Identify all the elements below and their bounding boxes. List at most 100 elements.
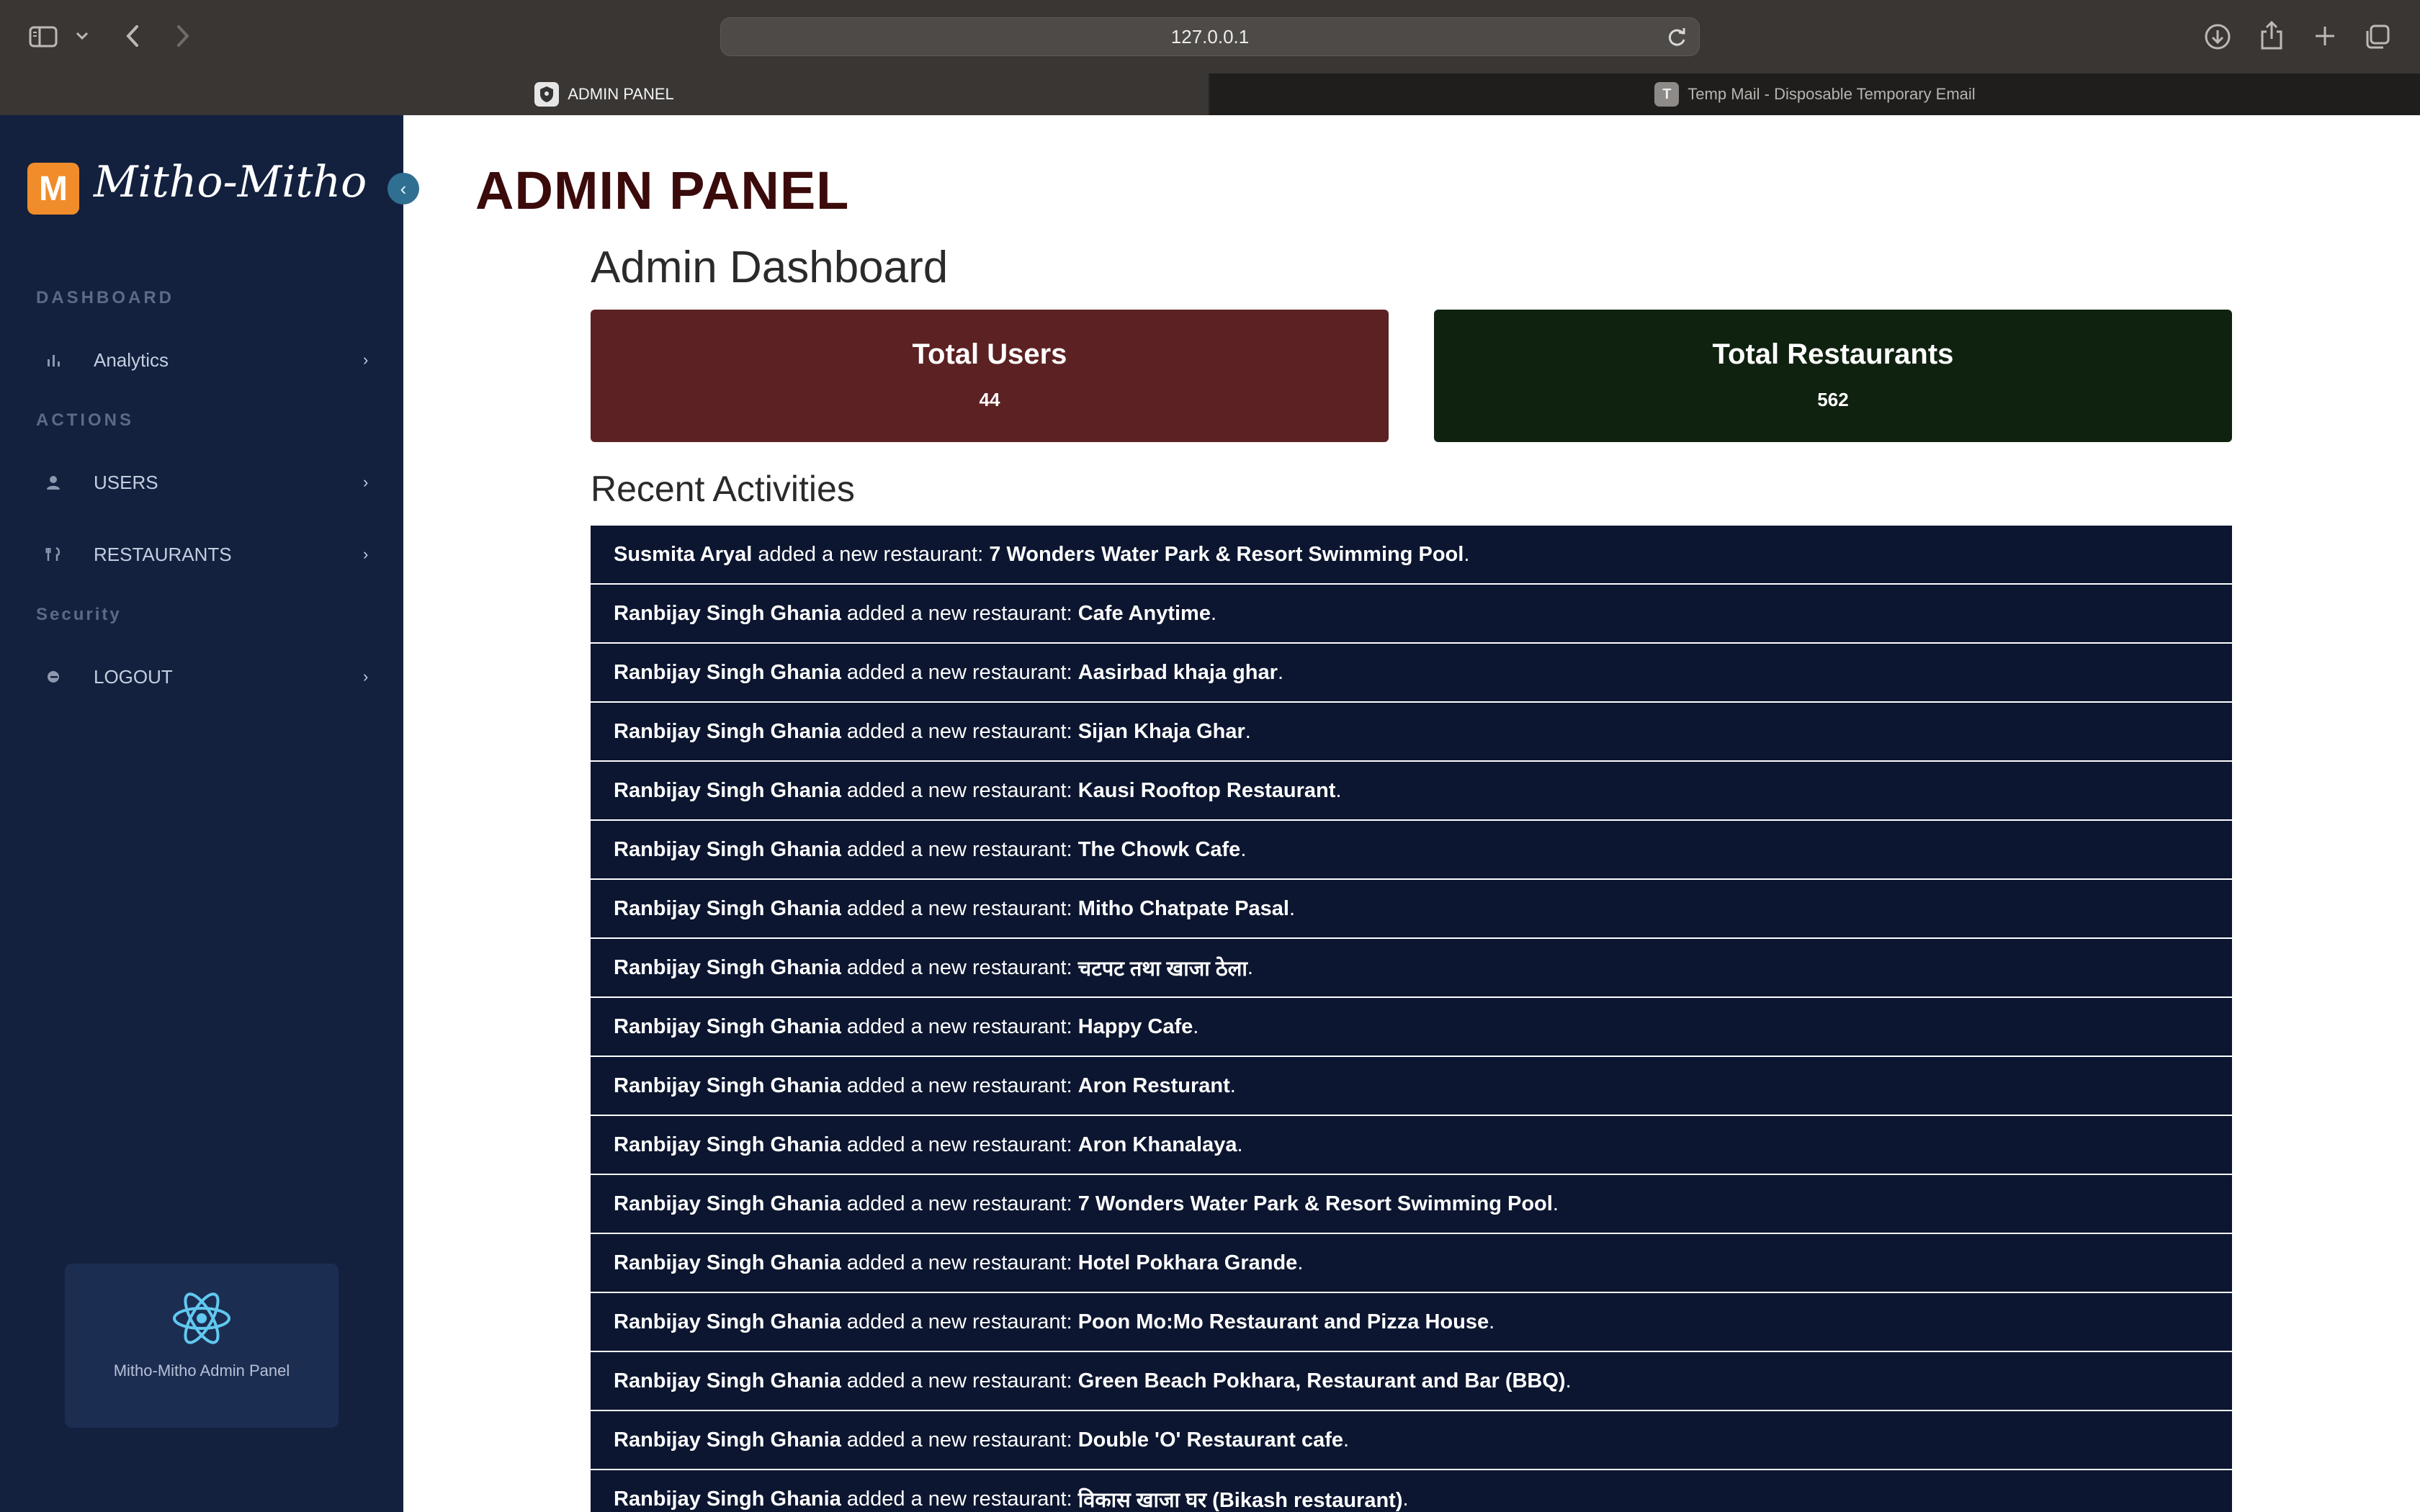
activity-user: Ranbijay Singh Ghania xyxy=(614,1310,841,1333)
address-bar[interactable]: 127.0.0.1 xyxy=(720,17,1700,56)
share-icon[interactable] xyxy=(2257,19,2286,52)
activity-action: added a new restaurant: xyxy=(841,778,1078,802)
user-icon xyxy=(43,472,63,492)
activity-user: Ranbijay Singh Ghania xyxy=(614,1014,841,1038)
activity-action: added a new restaurant: xyxy=(841,1428,1078,1452)
activity-user: Ranbijay Singh Ghania xyxy=(614,660,841,684)
collapse-sidebar-button[interactable]: ‹ xyxy=(387,173,419,204)
total-users-card: Total Users 44 xyxy=(591,310,1389,442)
sidebar-item-logout[interactable]: LOGOUT › xyxy=(0,648,403,706)
activity-restaurant: Kausi Rooftop Restaurant xyxy=(1077,778,1336,802)
stat-value: 562 xyxy=(1817,389,1849,410)
activity-user: Ranbijay Singh Ghania xyxy=(614,1192,841,1215)
activity-user: Ranbijay Singh Ghania xyxy=(614,719,841,743)
activity-user: Ranbijay Singh Ghania xyxy=(614,837,841,861)
activity-action: added a new restaurant: xyxy=(841,955,1078,979)
shield-icon xyxy=(534,82,560,107)
sidebar-item-label: LOGOUT xyxy=(94,665,173,688)
activity-action: added a new restaurant: xyxy=(841,601,1078,625)
sidebar-item-label: RESTAURANTS xyxy=(94,543,232,565)
dashboard-title: Admin Dashboard xyxy=(591,243,949,292)
utensils-icon xyxy=(43,544,63,564)
activity-restaurant: Poon Mo:Mo Restaurant and Pizza House xyxy=(1077,1310,1489,1333)
list-item: Ranbijay Singh Ghania added a new restau… xyxy=(591,1175,2232,1233)
activity-action: added a new restaurant: xyxy=(841,1487,1078,1511)
reload-icon[interactable] xyxy=(1664,25,1689,50)
activity-user: Ranbijay Singh Ghania xyxy=(614,1074,841,1097)
stat-value: 44 xyxy=(979,389,1000,410)
activity-period: . xyxy=(1335,778,1342,802)
sidebar-item-label: USERS xyxy=(94,471,158,493)
list-item: Ranbijay Singh Ghania added a new restau… xyxy=(591,880,2232,937)
activity-period: . xyxy=(1464,542,1470,566)
sidebar-item-analytics[interactable]: Analytics › xyxy=(0,331,403,389)
tab-favicon: T xyxy=(1654,82,1680,107)
activity-restaurant: Mitho Chatpate Pasal xyxy=(1077,896,1289,920)
activity-restaurant: The Chowk Cafe xyxy=(1077,837,1241,861)
stat-label: Total Restaurants xyxy=(1712,338,1954,370)
sidebar-item-restaurants[interactable]: RESTAURANTS › xyxy=(0,526,403,583)
logout-icon xyxy=(43,667,63,687)
section-actions: ACTIONS xyxy=(36,410,134,430)
activity-user: Ranbijay Singh Ghania xyxy=(614,1251,841,1274)
list-item: Ranbijay Singh Ghania added a new restau… xyxy=(591,1057,2232,1115)
activity-action: added a new restaurant: xyxy=(841,1074,1078,1097)
list-item: Susmita Aryal added a new restaurant: 7 … xyxy=(591,526,2232,583)
sidebar-item-users[interactable]: USERS › xyxy=(0,454,403,511)
browser-toolbar: 127.0.0.1 xyxy=(0,0,2420,73)
sidebar-item-label: Analytics xyxy=(94,348,169,371)
chevron-right-icon: › xyxy=(363,473,369,491)
tab-admin-panel[interactable]: ADMIN PANEL xyxy=(0,73,1209,115)
logo: M xyxy=(27,163,79,215)
chevron-right-icon: › xyxy=(363,667,369,685)
url-text: 127.0.0.1 xyxy=(1170,25,1250,48)
sidebar: M Mitho-Mitho DASHBOARD Analytics › ACTI… xyxy=(0,115,403,1512)
list-item: Ranbijay Singh Ghania added a new restau… xyxy=(591,939,2232,996)
activity-action: added a new restaurant: xyxy=(841,1369,1078,1392)
activity-period: . xyxy=(1247,955,1253,979)
activity-action: added a new restaurant: xyxy=(841,1014,1078,1038)
list-item: Ranbijay Singh Ghania added a new restau… xyxy=(591,1470,2232,1512)
activity-action: added a new restaurant: xyxy=(841,719,1078,743)
activity-restaurant: Aasirbad khaja ghar xyxy=(1077,660,1278,684)
activity-restaurant: Happy Cafe xyxy=(1077,1014,1193,1038)
activity-action: added a new restaurant: xyxy=(841,1251,1078,1274)
back-icon[interactable] xyxy=(120,22,145,50)
activity-list: Susmita Aryal added a new restaurant: 7 … xyxy=(591,526,2232,1512)
tab-label: Temp Mail - Disposable Temporary Email xyxy=(1688,85,1976,103)
activity-restaurant: Hotel Pokhara Grande xyxy=(1077,1251,1298,1274)
activity-period: . xyxy=(1193,1014,1199,1038)
forward-icon[interactable] xyxy=(170,22,196,50)
activity-action: added a new restaurant: xyxy=(841,1133,1078,1156)
activity-restaurant: Double 'O' Restaurant cafe xyxy=(1077,1428,1344,1452)
activity-restaurant: विकास खाजा घर (Bikash restaurant) xyxy=(1077,1488,1403,1512)
tab-overview-icon[interactable] xyxy=(2362,22,2393,52)
activity-action: added a new restaurant: xyxy=(841,1310,1078,1333)
chevron-left-icon: ‹ xyxy=(400,177,407,199)
activity-period: . xyxy=(1565,1369,1572,1392)
chevron-down-icon[interactable] xyxy=(72,26,92,46)
activity-period: . xyxy=(1245,719,1251,743)
new-tab-icon[interactable] xyxy=(2311,22,2339,50)
activity-user: Ranbijay Singh Ghania xyxy=(614,1487,841,1511)
activity-restaurant: Aron Resturant xyxy=(1077,1074,1230,1097)
list-item: Ranbijay Singh Ghania added a new restau… xyxy=(591,585,2232,642)
activity-action: added a new restaurant: xyxy=(841,896,1078,920)
tab-temp-mail[interactable]: T Temp Mail - Disposable Temporary Email xyxy=(1210,73,2420,115)
sidebar-toggle-icon[interactable] xyxy=(27,23,59,50)
activity-action: added a new restaurant: xyxy=(752,542,990,566)
activity-user: Ranbijay Singh Ghania xyxy=(614,955,841,979)
total-restaurants-card: Total Restaurants 562 xyxy=(1434,310,2232,442)
activity-restaurant: चटपट तथा खाजा ठेला xyxy=(1077,957,1247,981)
activity-user: Ranbijay Singh Ghania xyxy=(614,1133,841,1156)
sidebar-card-text: Mitho-Mitho Admin Panel xyxy=(113,1362,290,1380)
list-item: Ranbijay Singh Ghania added a new restau… xyxy=(591,762,2232,819)
brand-name: Mitho-Mitho xyxy=(94,157,367,207)
activity-period: . xyxy=(1297,1251,1304,1274)
download-icon[interactable] xyxy=(2202,22,2233,52)
recent-activities-title: Recent Activities xyxy=(591,469,855,509)
activity-period: . xyxy=(1402,1487,1409,1511)
tab-label: ADMIN PANEL xyxy=(568,85,674,103)
activity-action: added a new restaurant: xyxy=(841,837,1078,861)
activity-action: added a new restaurant: xyxy=(841,660,1078,684)
